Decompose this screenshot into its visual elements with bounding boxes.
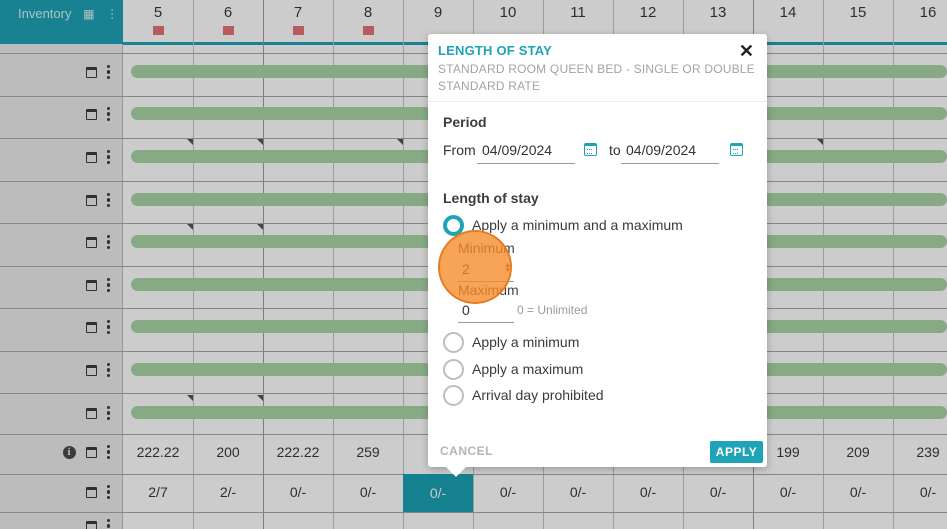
to-label: to [609, 142, 621, 158]
length-of-stay-heading: Length of stay [443, 190, 539, 206]
to-calendar-icon[interactable] [730, 143, 743, 156]
maximum-value: 0 [462, 302, 470, 318]
to-date-input[interactable]: 04/09/2024 [621, 138, 719, 164]
cancel-button[interactable]: CANCEL [440, 444, 493, 458]
from-calendar-icon[interactable] [584, 143, 597, 156]
dialog-title: LENGTH OF STAY [438, 43, 553, 58]
radio-min-and-max-label[interactable]: Apply a minimum and a maximum [472, 217, 683, 233]
click-indicator [438, 230, 512, 304]
radio-minimum-label[interactable]: Apply a minimum [472, 334, 579, 350]
dialog-pointer [446, 467, 466, 477]
radio-minimum[interactable] [443, 332, 464, 353]
room-type-subtitle: STANDARD ROOM QUEEN BED - SINGLE OR DOUB… [438, 62, 755, 76]
maximum-hint: 0 = Unlimited [517, 303, 588, 317]
period-heading: Period [443, 114, 487, 130]
apply-button[interactable]: APPLY [710, 441, 763, 463]
radio-arrival-prohibited[interactable] [443, 385, 464, 406]
dialog-divider [428, 101, 767, 102]
from-date-input[interactable]: 04/09/2024 [477, 138, 575, 164]
radio-maximum[interactable] [443, 359, 464, 380]
close-icon[interactable]: ✕ [739, 41, 754, 62]
radio-arrival-prohibited-label[interactable]: Arrival day prohibited [472, 387, 604, 403]
from-label: From [443, 142, 476, 158]
radio-maximum-label[interactable]: Apply a maximum [472, 361, 583, 377]
rate-subtitle: STANDARD RATE [438, 79, 541, 93]
